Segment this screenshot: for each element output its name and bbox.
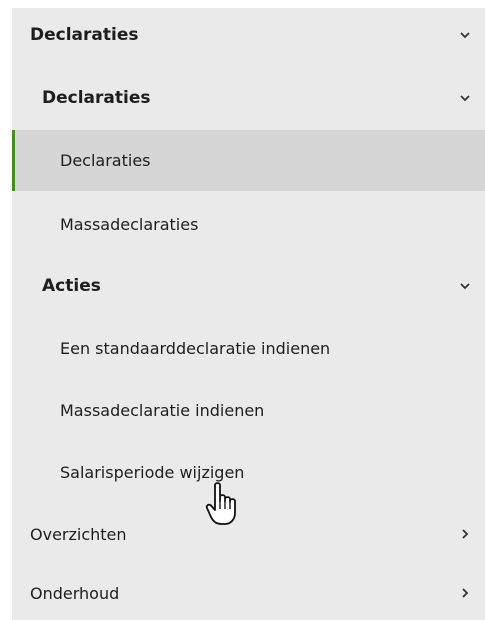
sidebar-nav: Declaraties Declaraties Declaraties Mass…: [12, 8, 485, 620]
nav-item-label: Salarisperiode wijzigen: [60, 462, 245, 482]
nav-section-onderhoud[interactable]: Onderhoud: [12, 566, 485, 620]
nav-item-label: Declaraties: [60, 151, 151, 170]
chevron-down-icon: [453, 31, 477, 39]
nav-section-label: Overzichten: [30, 524, 127, 544]
chevron-right-icon: [453, 588, 477, 598]
nav-group-declaraties[interactable]: Declaraties: [12, 70, 485, 126]
nav-item-salarisperiode-wijzigen[interactable]: Salarisperiode wijzigen: [12, 444, 485, 500]
nav-item-label: Een standaarddeclaratie indienen: [60, 338, 331, 358]
nav-section-label: Declaraties: [30, 25, 139, 45]
chevron-down-icon: [453, 282, 477, 290]
chevron-down-icon: [453, 94, 477, 102]
nav-item-declaraties[interactable]: Declaraties: [12, 130, 485, 191]
nav-group-label: Declaraties: [42, 88, 151, 108]
nav-item-massadeclaraties[interactable]: Massadeclaraties: [12, 196, 485, 252]
chevron-right-icon: [453, 529, 477, 539]
nav-group-acties[interactable]: Acties: [12, 258, 485, 314]
nav-item-massadeclaratie-indienen[interactable]: Massadeclaratie indienen: [12, 382, 485, 438]
nav-item-label: Massadeclaratie indienen: [60, 400, 265, 420]
nav-section-overzichten[interactable]: Overzichten: [12, 506, 485, 562]
nav-item-label: Massadeclaraties: [60, 214, 199, 234]
nav-section-label: Onderhoud: [30, 583, 120, 603]
nav-group-label: Acties: [42, 276, 101, 296]
nav-item-standaarddeclaratie-indienen[interactable]: Een standaarddeclaratie indienen: [12, 320, 485, 376]
nav-section-declaraties[interactable]: Declaraties: [12, 8, 485, 62]
